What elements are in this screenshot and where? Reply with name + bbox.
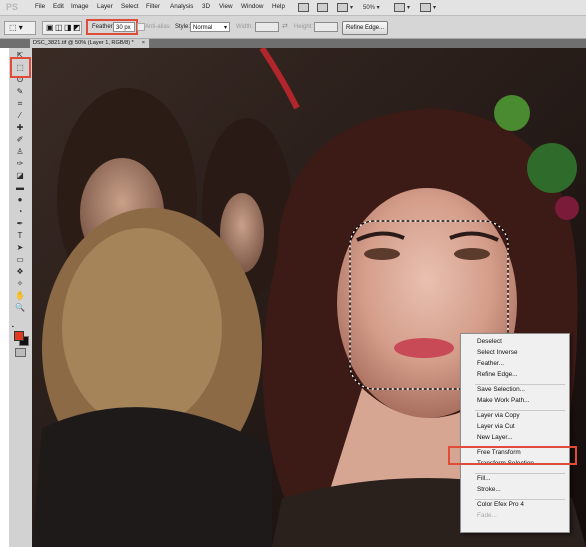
menu-item-stroke[interactable]: Stroke... [477,486,501,493]
type-tool-icon[interactable]: T [14,231,26,241]
zoom-level[interactable]: 50% ▾ [363,3,380,12]
menu-item-fade: Fade... [477,512,497,519]
blur-tool-icon[interactable]: ● [14,195,26,205]
menu-bar: PS File Edit Image Layer Select Filter A… [0,0,586,16]
rectangle-shape-tool-icon[interactable]: ▭ [14,255,26,265]
screen-mode-icon[interactable]: ▾ [420,3,436,12]
menu-item-feather[interactable]: Feather... [477,360,504,367]
menu-separator [475,410,565,411]
menu-item-fill[interactable]: Fill... [477,475,491,482]
menu-file[interactable]: File [35,3,45,10]
default-colors-icon[interactable]: ▪ [12,324,14,330]
3d-orbit-tool-icon[interactable]: ✧ [14,279,26,289]
3d-rotate-tool-icon[interactable]: ❖ [14,267,26,277]
add-to-selection-icon[interactable]: ◫ [55,23,63,32]
context-menu: Deselect Select Inverse Feather... Refine E… [460,333,570,533]
foreground-color-swatch[interactable] [14,331,24,341]
menu-window[interactable]: Window [241,3,263,10]
tool-preset-picker[interactable]: ⬚ ▾ [4,21,36,35]
menu-item-select-inverse[interactable]: Select Inverse [477,349,518,356]
menu-item-make-work-path[interactable]: Make Work Path... [477,397,529,404]
menu-item-new-layer[interactable]: New Layer... [477,434,513,441]
menu-item-layer-via-copy[interactable]: Layer via Copy [477,412,520,419]
menu-filter[interactable]: Filter [146,3,160,10]
eraser-tool-icon[interactable]: ◪ [14,171,26,181]
menu-edit[interactable]: Edit [53,3,64,10]
style-select[interactable]: Normal ▾ [190,22,230,32]
intersect-selection-icon[interactable]: ◩ [73,23,81,32]
selection-mode-buttons[interactable]: ▣ ◫ ◨ ◩ [42,21,82,35]
height-label: Height: [294,24,314,30]
height-input[interactable] [314,22,338,32]
marquee-tool-highlight-box [10,57,31,78]
eyedropper-tool-icon[interactable]: ⁄ [14,111,26,121]
mini-bridge-icon[interactable] [317,3,330,12]
antialias-label: Anti-alias [145,24,170,30]
gradient-tool-icon[interactable]: ▬ [14,183,26,193]
menu-3d[interactable]: 3D [202,3,210,10]
marquee-preset-icon: ⬚ ▾ [9,23,23,32]
brush-tool-icon[interactable]: ✐ [14,135,26,145]
subtract-from-selection-icon[interactable]: ◨ [64,23,72,32]
menu-layer[interactable]: Layer [97,3,113,10]
clone-stamp-tool-icon[interactable]: ♙ [14,147,26,157]
document-tab[interactable]: DSC_3821.tif @ 50% (Layer 1, RGB/8) * × [30,39,150,48]
menu-item-save-selection[interactable]: Save Selection... [477,386,525,393]
menu-select[interactable]: Select [121,3,139,10]
quick-mask-icon[interactable] [15,348,26,357]
style-value: Normal [193,25,213,31]
menu-help[interactable]: Help [272,3,285,10]
feather-highlight-box [86,19,138,35]
menu-separator [475,384,565,385]
path-selection-tool-icon[interactable]: ➤ [14,243,26,253]
swap-dimensions-icon[interactable]: ⇄ [282,22,288,30]
view-extras-icon[interactable]: ▾ [337,3,353,12]
free-transform-highlight-box [448,446,577,465]
zoom-tool-icon[interactable]: 🔍 [14,303,26,313]
menu-item-color-efex-pro-4[interactable]: Color Efex Pro 4 [477,501,524,508]
tools-panel: ⇱ ⬚ ʘ ✎ ⌗ ⁄ ✚ ✐ ♙ ✑ ◪ ▬ ● ◔ ✒ T ➤ ▭ ❖ ✧ ✋ 🔍 ▪ [9,48,33,547]
document-tab-title: DSC_3821.tif @ 50% (Layer 1, RGB/8) * [33,40,134,46]
menu-item-deselect[interactable]: Deselect [477,338,502,345]
refine-edge-button[interactable]: Refine Edge... [342,21,388,35]
menu-separator [475,473,565,474]
crop-tool-icon[interactable]: ⌗ [14,99,26,109]
zoom-level-value: 50% [363,4,376,11]
menu-analysis[interactable]: Analysis [170,3,193,10]
chevron-down-icon: ▾ [223,25,227,31]
arrange-documents-icon[interactable]: ▾ [394,3,410,12]
menu-view[interactable]: View [219,3,233,10]
antialias-checkbox[interactable] [137,23,145,31]
pen-tool-icon[interactable]: ✒ [14,219,26,229]
menu-item-refine-edge[interactable]: Refine Edge... [477,371,518,378]
menu-separator [475,499,565,500]
options-bar: ⬚ ▾ ▣ ◫ ◨ ◩ Feather: 30 px Anti-alias St… [0,16,586,39]
close-icon[interactable]: × [142,39,145,48]
dodge-tool-icon[interactable]: ◔ [14,207,26,217]
photoshop-logo: PS [6,2,19,12]
width-input[interactable] [255,22,279,32]
new-selection-icon[interactable]: ▣ [46,23,54,32]
menu-item-layer-via-cut[interactable]: Layer via Cut [477,423,515,430]
history-brush-tool-icon[interactable]: ✑ [14,159,26,169]
hand-tool-icon[interactable]: ✋ [14,291,26,301]
width-label: Width: [236,24,254,30]
bridge-icon[interactable] [298,3,311,12]
quick-selection-tool-icon[interactable]: ✎ [14,87,26,97]
spot-healing-tool-icon[interactable]: ✚ [14,123,26,133]
style-label: Style: [175,24,191,30]
menu-image[interactable]: Image [71,3,89,10]
